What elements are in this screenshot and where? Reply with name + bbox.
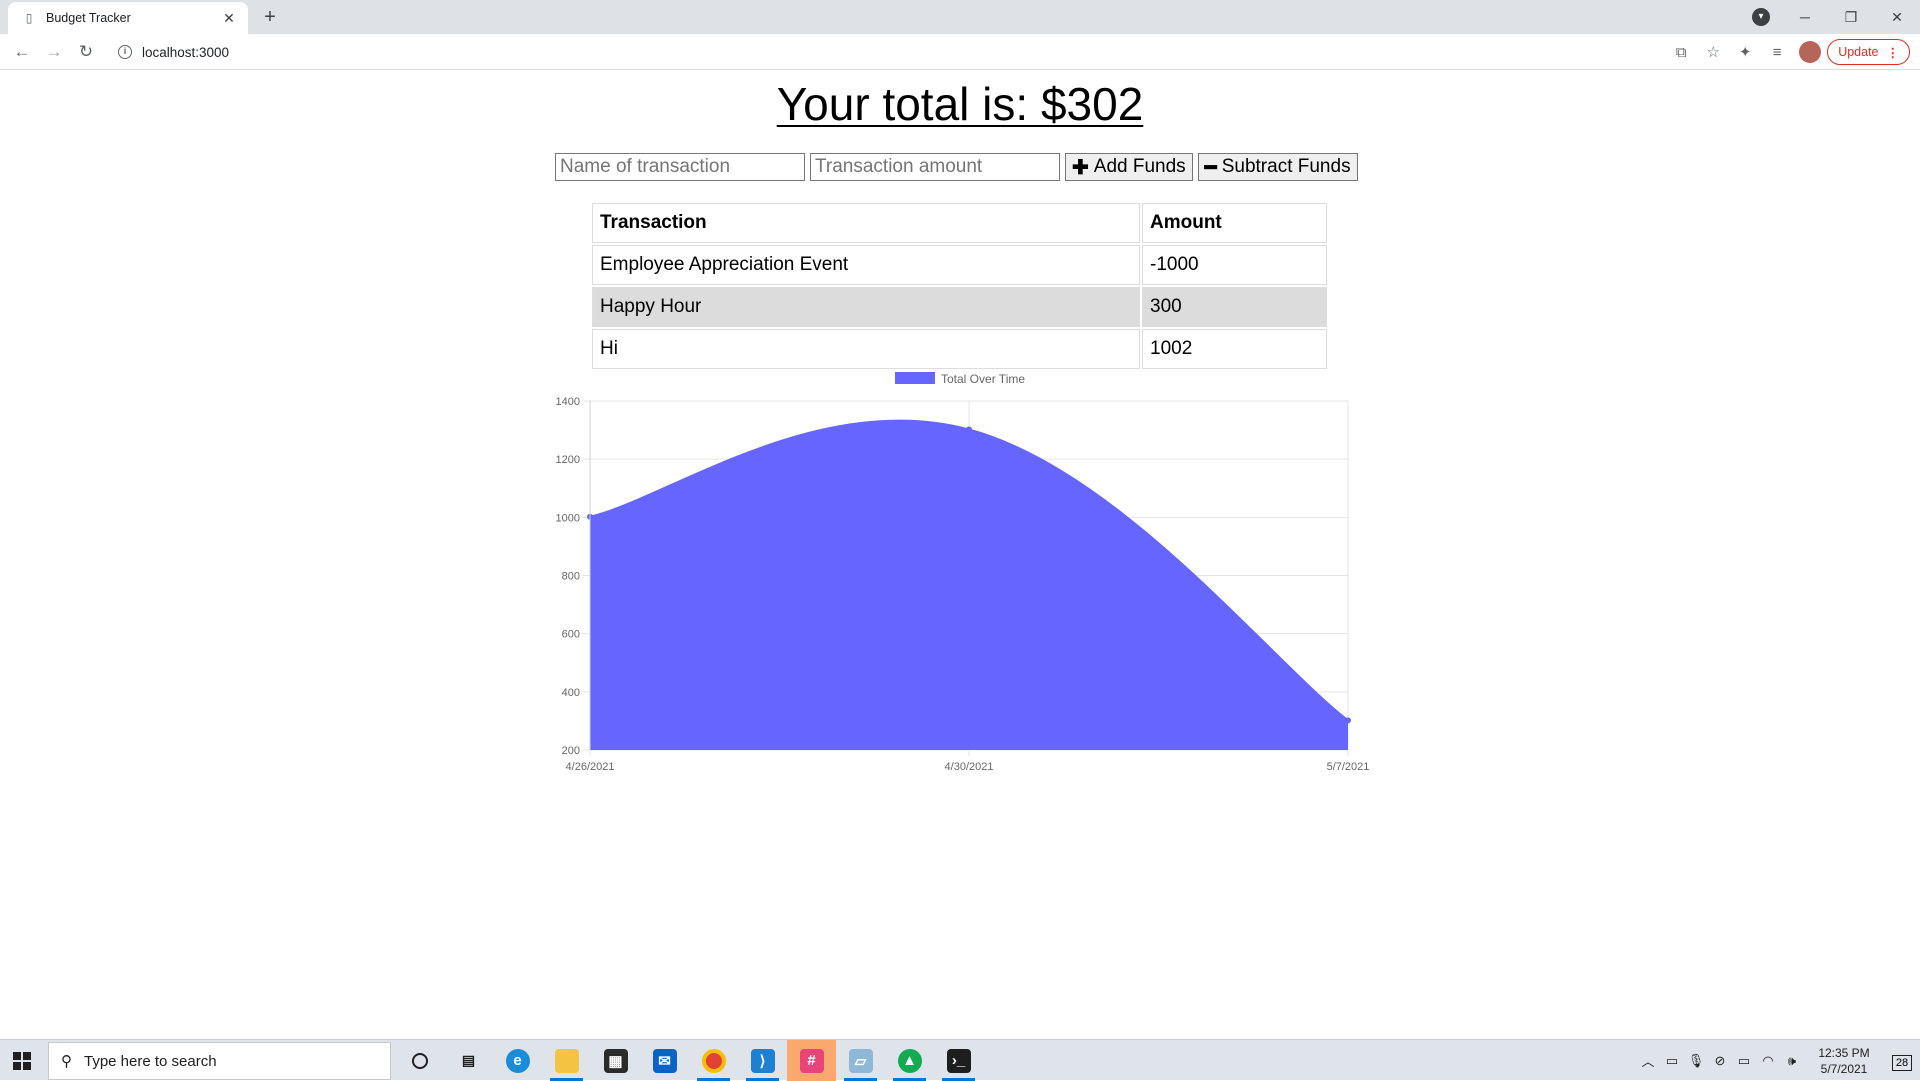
meet-now-icon[interactable]: ▭ <box>1660 1053 1684 1069</box>
budget-tracker-page: Your total is: $302 ✚ Add Funds ━ Subtra… <box>0 71 1920 1039</box>
transaction-form: ✚ Add Funds ━ Subtract Funds <box>555 153 1358 181</box>
y-tick-label: 1000 <box>556 512 580 524</box>
taskbar-search-box[interactable]: ⚲ Type here to search <box>48 1042 391 1080</box>
transactions-table: Transaction Amount Employee Appreciation… <box>590 201 1329 371</box>
table-header-row: Transaction Amount <box>592 203 1327 243</box>
forward-icon[interactable]: → <box>42 40 66 64</box>
volume-icon[interactable]: 🕪 <box>1780 1053 1804 1069</box>
y-tick-label: 200 <box>562 745 580 757</box>
battery-icon[interactable]: ▭ <box>1732 1053 1756 1069</box>
transaction-amount-cell: 1002 <box>1142 329 1327 369</box>
transaction-amount-cell: -1000 <box>1142 245 1327 285</box>
wifi-icon[interactable]: ◠ <box>1756 1053 1780 1069</box>
taskbar-search-placeholder: Type here to search <box>84 1052 217 1070</box>
toolbar-icons: ⧉ ☆ ✦ ≡ Update ⋮ <box>1665 38 1920 66</box>
data-point <box>966 426 972 433</box>
subtract-funds-button[interactable]: ━ Subtract Funds <box>1197 153 1358 181</box>
minimize-button[interactable]: ─ <box>1782 9 1828 25</box>
taskbar-apps: ▤ e ▦ ✉ ⟩ # ▱ ▲ ›_ <box>395 1040 983 1081</box>
total-over-time-chart: 200 400 600 800 1000 1200 1400 4/26/2021 4/30/20… <box>556 372 1370 771</box>
system-tray: ︿ ▭ 🎙 ⊘ ▭ ◠ 🕪 12:35 PM 5/7/2021 28 <box>1636 1040 1920 1081</box>
url-text: localhost:3000 <box>142 44 230 60</box>
bookmark-star-icon[interactable]: ☆ <box>1697 43 1729 61</box>
y-tick-label: 1200 <box>556 454 580 466</box>
transaction-name-cell: Hi <box>592 329 1140 369</box>
cortana-icon[interactable] <box>395 1040 444 1081</box>
back-icon[interactable]: ← <box>10 40 34 64</box>
tab-close-icon[interactable]: ✕ <box>220 10 238 27</box>
store-icon[interactable]: ▦ <box>591 1040 640 1081</box>
terminal-icon[interactable]: ›_ <box>934 1040 983 1081</box>
transaction-name-cell: Employee Appreciation Event <box>592 245 1140 285</box>
media-control-icon[interactable]: ≡ <box>1761 44 1793 61</box>
restore-button[interactable]: ❐ <box>1828 9 1874 26</box>
x-tick-label: 4/26/2021 <box>566 761 615 771</box>
y-tick-label: 600 <box>562 629 580 641</box>
windows-taskbar: ⚲ Type here to search ▤ e ▦ ✉ ⟩ # ▱ ▲ ›_… <box>0 1039 1920 1081</box>
subtract-funds-label: Subtract Funds <box>1221 156 1351 177</box>
clock[interactable]: 12:35 PM 5/7/2021 <box>1804 1045 1884 1077</box>
minus-icon: ━ <box>1204 156 1217 179</box>
transaction-name-cell: Happy Hour <box>592 287 1140 327</box>
browser-toolbar: ← → ↻ i localhost:3000 ⧉ ☆ ✦ ≡ Update ⋮ <box>0 34 1920 70</box>
notes-app-icon[interactable]: ▱ <box>836 1040 885 1081</box>
tab-strip: ▯ Budget Tracker ✕ + ▾ ─ ❐ ✕ <box>0 0 1920 34</box>
address-bar[interactable]: i localhost:3000 <box>110 38 1690 66</box>
extensions-icon[interactable]: ✦ <box>1729 43 1761 61</box>
transaction-amount-cell: 300 <box>1142 287 1327 327</box>
task-view-icon[interactable]: ▤ <box>444 1040 493 1081</box>
tab-title: Budget Tracker <box>46 11 131 25</box>
total-text: Your total is: $302 <box>776 78 1144 130</box>
notification-count: 28 <box>1891 1054 1913 1071</box>
y-tick-label: 400 <box>562 687 580 699</box>
microphone-icon[interactable]: 🎙 <box>1684 1053 1708 1069</box>
table-row: Happy Hour 300 <box>592 287 1327 327</box>
windows-start-icon[interactable] <box>13 1052 31 1070</box>
add-funds-label: Add Funds <box>1093 156 1186 177</box>
tab-search-icon[interactable]: ▾ <box>1752 8 1770 26</box>
site-info-icon[interactable]: i <box>118 45 132 59</box>
notification-center-icon[interactable]: 28 <box>1884 1053 1920 1071</box>
page-icon: ▯ <box>25 11 33 25</box>
slack-icon[interactable]: # <box>787 1040 836 1081</box>
table-row: Employee Appreciation Event -1000 <box>592 245 1327 285</box>
reload-icon[interactable]: ↻ <box>74 40 98 64</box>
window-controls: ─ ❐ ✕ <box>1782 0 1920 34</box>
update-label: Update <box>1838 45 1879 59</box>
profile-avatar[interactable] <box>1799 41 1822 63</box>
mail-icon[interactable]: ✉ <box>640 1040 689 1081</box>
update-button[interactable]: Update ⋮ <box>1827 39 1910 65</box>
y-tick-label: 800 <box>562 571 580 583</box>
table-row: Hi 1002 <box>592 329 1327 369</box>
plus-icon: ✚ <box>1072 156 1089 179</box>
search-icon: ⚲ <box>61 1053 72 1070</box>
y-tick-label: 1400 <box>556 396 580 408</box>
new-tab-button[interactable]: + <box>258 6 282 30</box>
x-tick-label: 4/30/2021 <box>945 761 994 771</box>
data-point <box>1345 717 1351 724</box>
clock-date: 5/7/2021 <box>1820 1061 1868 1076</box>
open-in-app-icon[interactable]: ⧉ <box>1665 44 1697 61</box>
clock-time: 12:35 PM <box>1818 1045 1870 1060</box>
edge-browser-icon[interactable]: e <box>493 1040 542 1081</box>
vscode-icon[interactable]: ⟩ <box>738 1040 787 1081</box>
transaction-amount-input[interactable] <box>810 153 1060 181</box>
transaction-name-input[interactable] <box>555 153 805 181</box>
network-warning-icon[interactable]: ⊘ <box>1708 1053 1732 1069</box>
legend-swatch <box>895 372 935 384</box>
x-tick-label: 5/7/2021 <box>1327 761 1370 771</box>
show-hidden-icons[interactable]: ︿ <box>1636 1051 1660 1070</box>
file-explorer-icon[interactable] <box>542 1040 591 1081</box>
total-heading: Your total is: $302 <box>0 77 1920 131</box>
legend-label: Total Over Time <box>941 372 1025 386</box>
close-window-button[interactable]: ✕ <box>1874 9 1920 26</box>
more-menu-icon: ⋮ <box>1886 45 1900 60</box>
header-transaction: Transaction <box>592 203 1140 243</box>
add-funds-button[interactable]: ✚ Add Funds <box>1065 153 1193 181</box>
header-amount: Amount <box>1142 203 1327 243</box>
chrome-icon[interactable] <box>689 1040 738 1081</box>
mongodb-compass-icon[interactable]: ▲ <box>885 1040 934 1081</box>
browser-tab[interactable]: ▯ Budget Tracker ✕ <box>8 2 248 34</box>
